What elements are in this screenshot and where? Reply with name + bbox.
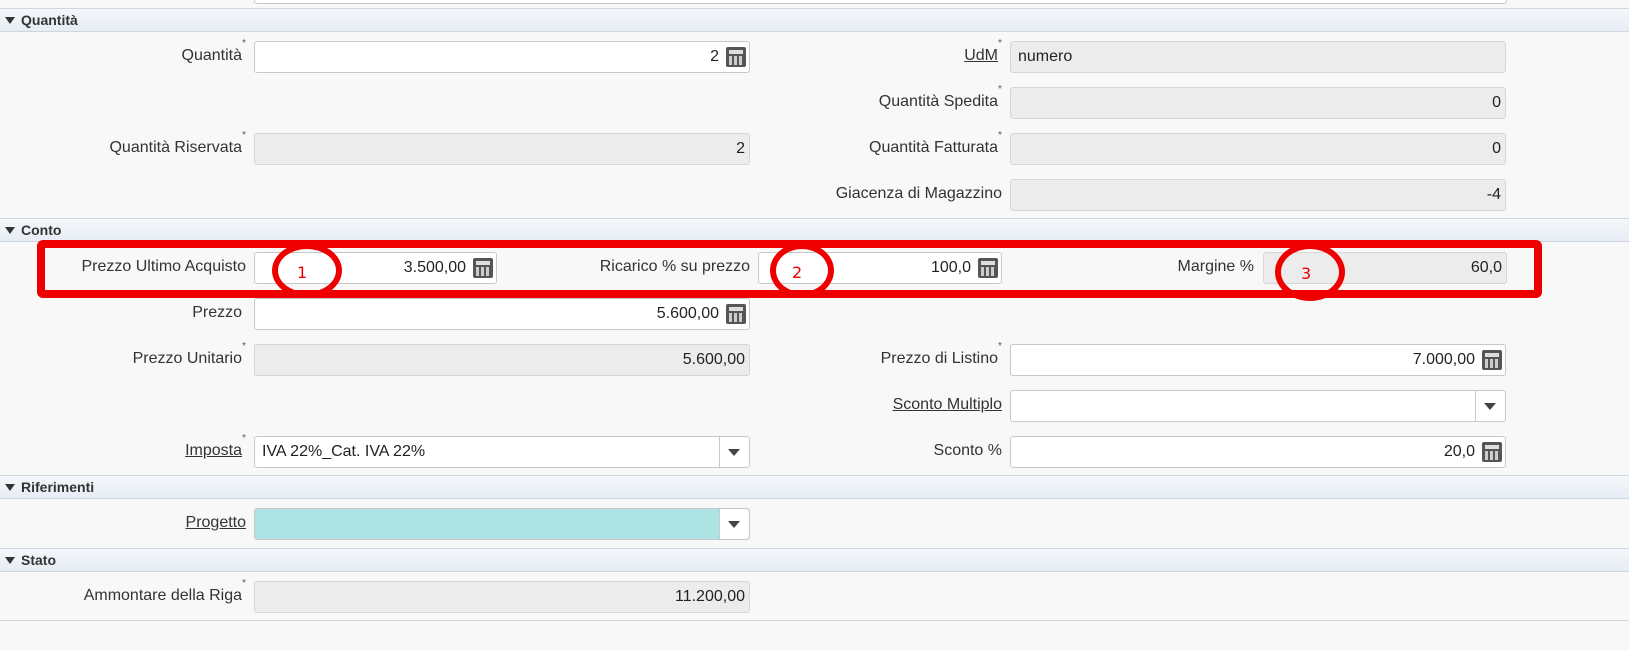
prezzo-label: Prezzo <box>192 304 242 321</box>
udm-label[interactable]: UdM <box>964 47 998 65</box>
required-mark: * <box>998 84 1002 95</box>
prezzo-unitario-field: 5.600,00 <box>254 344 750 376</box>
calculator-icon[interactable] <box>1482 350 1502 370</box>
required-mark: * <box>242 578 246 589</box>
required-mark: * <box>998 38 1002 49</box>
sconto-multiplo-select[interactable] <box>1010 390 1506 422</box>
quantita-fatturata-field: 0 <box>1010 133 1506 165</box>
divider <box>0 620 1629 621</box>
progetto-label[interactable]: Progetto <box>186 514 246 532</box>
triangle-down-icon <box>5 484 15 491</box>
triangle-down-icon <box>5 557 15 564</box>
sconto-input[interactable]: 20,0 <box>1010 436 1506 468</box>
triangle-down-icon <box>5 17 15 24</box>
required-mark: * <box>242 38 246 49</box>
quantita-riservata-label: Quantità Riservata <box>109 139 242 156</box>
section-header-stato[interactable]: Stato <box>0 548 1629 572</box>
udm-field: numero <box>1010 41 1506 73</box>
textarea-remnant[interactable] <box>254 0 1507 4</box>
required-mark: * <box>242 433 246 444</box>
calculator-icon[interactable] <box>1482 442 1502 462</box>
required-mark: * <box>242 341 246 352</box>
imposta-select[interactable]: IVA 22%_Cat. IVA 22% <box>254 436 750 468</box>
required-mark: * <box>242 130 246 141</box>
prezzo-listino-input[interactable]: 7.000,00 <box>1010 344 1506 376</box>
quantita-label: Quantità <box>181 47 242 64</box>
ammontare-label: Ammontare della Riga <box>83 587 242 604</box>
annotation-number-1: 1 <box>297 263 308 282</box>
calculator-icon[interactable] <box>726 47 746 67</box>
chevron-down-icon[interactable] <box>1475 391 1505 421</box>
quantita-input[interactable]: 2 <box>254 41 750 73</box>
chevron-down-icon[interactable] <box>719 509 749 539</box>
imposta-label[interactable]: Imposta <box>185 442 242 460</box>
giacenza-label: Giacenza di Magazzino <box>835 185 1002 202</box>
section-header-conto[interactable]: Conto <box>0 218 1629 242</box>
quantita-riservata-field: 2 <box>254 133 750 165</box>
sconto-multiplo-label[interactable]: Sconto Multiplo <box>893 396 1002 414</box>
prezzo-unitario-label: Prezzo Unitario <box>132 350 242 367</box>
progetto-select[interactable] <box>254 508 750 540</box>
triangle-down-icon <box>5 227 15 234</box>
section-title: Riferimenti <box>21 479 95 495</box>
prezzo-input[interactable]: 5.600,00 <box>254 298 750 330</box>
section-title: Quantità <box>21 12 78 28</box>
section-header-quantita[interactable]: Quantità <box>0 8 1629 32</box>
ammontare-field: 11.200,00 <box>254 581 750 613</box>
section-title: Conto <box>21 222 62 238</box>
section-header-riferimenti[interactable]: Riferimenti <box>0 475 1629 499</box>
sconto-label: Sconto % <box>933 442 1002 459</box>
quantita-spedita-field: 0 <box>1010 87 1506 119</box>
prezzo-listino-label: Prezzo di Listino <box>880 350 998 367</box>
chevron-down-icon[interactable] <box>719 437 749 467</box>
quantita-fatturata-label: Quantità Fatturata <box>869 139 998 156</box>
giacenza-field: -4 <box>1010 179 1506 211</box>
annotation-number-3: 3 <box>1301 264 1312 283</box>
calculator-icon[interactable] <box>726 304 746 324</box>
section-title: Stato <box>21 552 56 568</box>
annotation-number-2: 2 <box>792 263 803 282</box>
required-mark: * <box>998 130 1002 141</box>
required-mark: * <box>998 341 1002 352</box>
quantita-spedita-label: Quantità Spedita <box>878 93 998 110</box>
